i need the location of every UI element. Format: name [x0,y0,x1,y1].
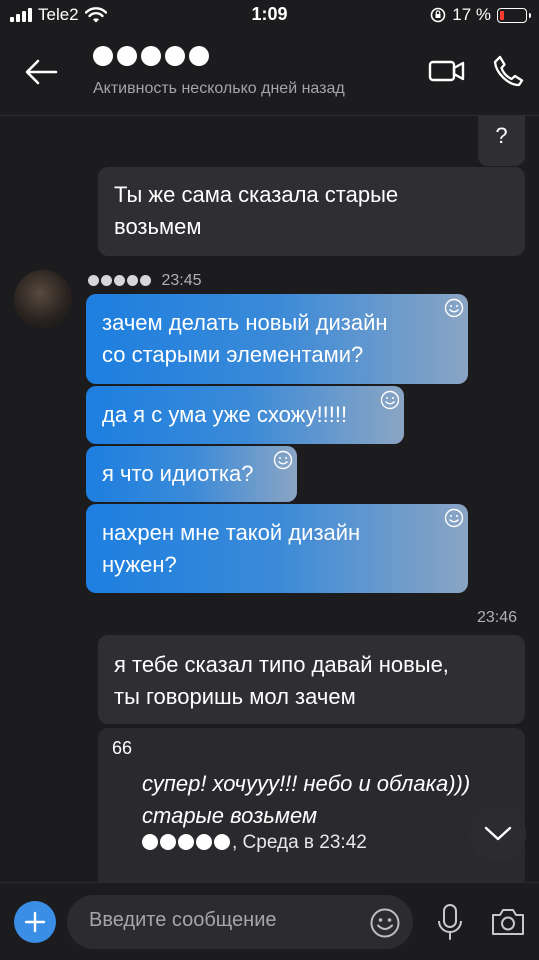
quote-mark: 66 [112,738,133,758]
reaction-smiley-icon[interactable] [380,390,400,410]
sender-meta: 23:45 [88,272,202,290]
message-text-line: Ты же сама сказала старые [114,182,399,207]
incoming-message[interactable]: я что идиотка? [86,446,297,502]
message-text-line: зачем делать новый дизайн [102,310,388,335]
message-text: да я с ума уже схожу!!!!! [102,402,348,427]
add-attachment-button[interactable] [14,901,56,943]
message-text-line: нахрен мне такой дизайн [102,520,361,545]
message-text-line: со старыми элементами? [102,342,364,367]
reaction-smiley-icon[interactable] [444,508,464,528]
message-text-line: я тебе сказал типо давай новые, [114,652,449,677]
emoji-icon[interactable] [369,907,401,939]
incoming-message[interactable]: зачем делать новый дизайн со старыми эле… [86,294,468,384]
microphone-icon[interactable] [436,903,464,941]
message-text-line: возьмем [114,214,202,239]
status-bar: Tele2 1:09 17 % [0,0,539,30]
video-call-icon[interactable] [428,56,466,86]
message-placeholder: Введите сообщение [89,909,277,931]
incoming-message[interactable]: да я с ума уже схожу!!!!! [86,386,404,444]
back-arrow-icon[interactable] [22,52,62,92]
phone-call-icon[interactable] [492,54,524,88]
message-time: 23:45 [161,272,202,289]
battery-icon [497,7,531,23]
quote-text: супер! хочууу!!! небо и облака))) старые… [142,768,522,832]
reaction-smiley-icon[interactable] [444,298,464,318]
outgoing-message[interactable]: ? [478,116,525,166]
camera-icon[interactable] [490,907,526,937]
message-text-line: нужен? [102,552,177,577]
battery-percent: 17 % [452,5,491,24]
quote-author-suffix: , Среда в 23:42 [232,832,367,853]
message-text: ? [495,123,508,148]
outgoing-message[interactable]: я тебе сказал типо давай новые, ты говор… [98,635,525,724]
chat-header: Активность несколько дней назад [0,30,539,116]
scroll-to-bottom-button[interactable] [470,806,526,862]
battery-fill [500,10,505,20]
status-right: 17 % [430,5,531,25]
rotation-lock-icon [430,7,446,23]
quote-author: , Среда в 23:42 [142,832,367,854]
message-input-bar: Введите сообщение [0,882,539,960]
incoming-message[interactable]: нахрен мне такой дизайн нужен? [86,504,468,593]
message-text: я что идиотка? [102,461,254,486]
quote-line: супер! хочууу!!! небо и облака))) [142,771,471,796]
avatar[interactable] [14,270,72,328]
reaction-smiley-icon[interactable] [273,450,293,470]
message-input[interactable]: Введите сообщение [67,895,413,949]
outgoing-message[interactable]: Ты же сама сказала старые возьмем [98,167,525,256]
contact-activity-status: Активность несколько дней назад [93,80,345,97]
plus-icon [24,911,46,933]
message-time: 23:46 [477,609,518,626]
message-text-line: ты говоришь мол зачем [114,684,356,709]
quote-line: старые возьмем [142,803,318,828]
chevron-down-icon [484,826,512,841]
contact-name-masked[interactable] [93,46,209,66]
